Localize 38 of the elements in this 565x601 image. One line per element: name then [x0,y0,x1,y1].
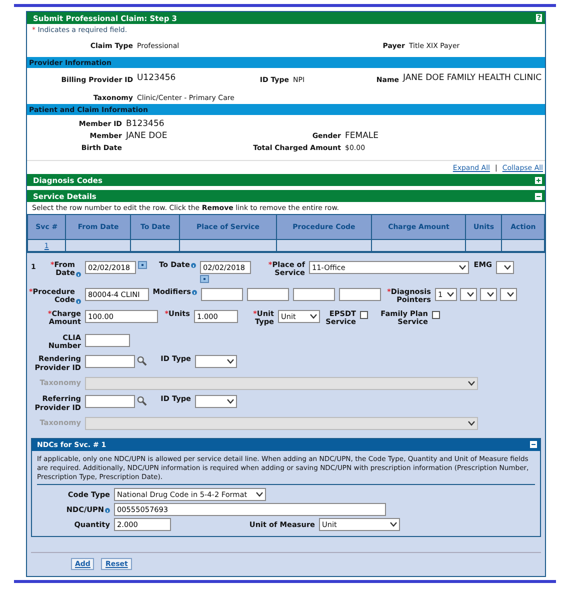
caret-icon [227,399,234,404]
calendar-icon[interactable] [200,275,209,283]
dropdown[interactable] [500,288,517,301]
dropdown[interactable] [460,288,477,301]
field-value: JANE DOE [126,131,168,141]
caret-icon [256,492,263,498]
dropdown[interactable] [496,261,514,274]
calendar-icon[interactable] [138,261,147,269]
dropdown[interactable] [480,288,497,301]
field-value: JANE DOE FAMILY HEALTH CLINIC [403,73,543,83]
field-value: FEMALE [345,131,379,141]
caret-icon [487,292,494,297]
caret-icon [310,314,317,319]
text-field[interactable] [85,355,135,368]
caret-icon [468,420,475,426]
caret-icon [459,265,466,270]
caret-icon [504,265,511,270]
expand-icon[interactable] [535,176,542,184]
text-field[interactable] [201,288,243,301]
collapse-icon[interactable] [535,192,542,200]
field-value: U123456 [137,73,177,83]
caret-icon [507,292,514,297]
text-field[interactable] [339,288,381,301]
caret-icon [227,359,234,364]
caret-icon [468,381,475,386]
text-field[interactable] [247,288,289,301]
field-value: B123456 [126,119,164,129]
text-field[interactable] [85,395,135,408]
search-icon[interactable] [137,396,147,406]
checkbox[interactable] [432,310,440,319]
caret-icon [447,292,454,297]
text-field[interactable] [293,288,335,301]
collapse-icon[interactable] [530,441,537,448]
checkbox[interactable] [360,310,368,319]
search-icon[interactable] [137,356,147,366]
caret-icon [467,292,474,297]
text-field[interactable] [85,334,130,347]
caret-icon [390,522,397,528]
